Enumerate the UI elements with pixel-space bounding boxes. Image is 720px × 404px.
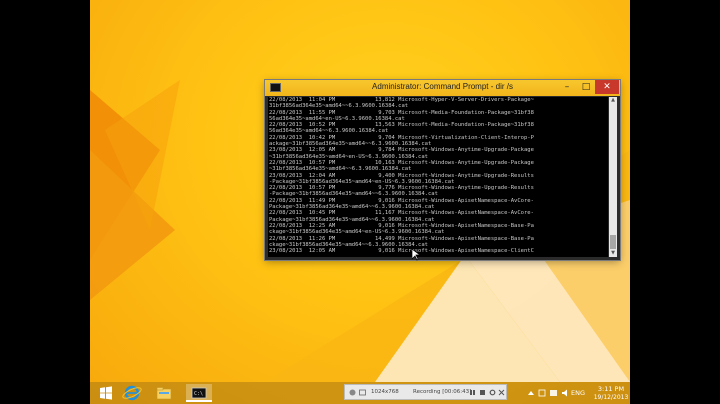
recording-status: Recording [00:06:43] <box>413 389 472 395</box>
volume-icon <box>562 389 567 397</box>
pause-icon[interactable] <box>469 389 476 396</box>
show-hidden-icons-icon <box>528 391 534 395</box>
command-prompt-window[interactable]: Administrator: Command Prompt - dir /s –… <box>265 80 620 260</box>
scroll-down-arrow-icon[interactable]: ▼ <box>609 250 617 257</box>
mouse-cursor-icon <box>412 249 420 261</box>
desktop[interactable]: Administrator: Command Prompt - dir /s –… <box>90 0 630 404</box>
console-output[interactable]: 22/08/2013 11:04 PM 13,812 Microsoft-Hyp… <box>268 97 608 257</box>
settings-icon[interactable] <box>489 389 496 396</box>
internet-explorer-icon <box>122 385 142 401</box>
start-button[interactable] <box>94 384 118 402</box>
right-letterbox <box>630 0 720 404</box>
flag-icon <box>538 389 546 397</box>
scroll-up-arrow-icon[interactable]: ▲ <box>609 97 617 104</box>
network-icon <box>550 390 557 396</box>
close-button[interactable]: ✕ <box>595 80 619 94</box>
clock-time[interactable]: 3:11 PM <box>594 385 628 393</box>
file-explorer-icon <box>156 387 172 400</box>
file-explorer-taskbar-button[interactable] <box>152 384 176 402</box>
recording-size: 1024x768 <box>371 389 399 395</box>
system-tray <box>528 389 567 397</box>
windows-logo-icon <box>100 386 112 400</box>
resolution-icon <box>359 389 366 396</box>
vertical-scrollbar[interactable]: ▲ ▼ <box>609 97 617 257</box>
scrollbar-thumb[interactable] <box>610 235 616 249</box>
maximize-button[interactable]: □ <box>576 80 596 94</box>
close-recorder-icon[interactable] <box>498 389 505 396</box>
clock-date[interactable]: 19/12/2013 <box>592 394 630 401</box>
svg-text:C:\: C:\ <box>194 391 203 397</box>
command-prompt-taskbar-button[interactable]: C:\ <box>186 384 212 402</box>
minimize-button[interactable]: – <box>557 80 577 94</box>
record-icon[interactable] <box>349 389 356 396</box>
window-titlebar[interactable]: Administrator: Command Prompt - dir /s –… <box>265 80 620 96</box>
command-prompt-icon: C:\ <box>191 387 207 399</box>
input-language[interactable]: ENG <box>571 389 585 397</box>
stop-icon[interactable] <box>479 389 486 396</box>
internet-explorer-taskbar-button[interactable] <box>120 384 144 402</box>
left-letterbox <box>0 0 90 404</box>
screen-recorder-bar[interactable]: 1024x768 Recording [00:06:43] <box>344 384 507 400</box>
console-line: 23/08/2013 12:05 AM 9,016 Microsoft-Wind… <box>269 248 534 255</box>
